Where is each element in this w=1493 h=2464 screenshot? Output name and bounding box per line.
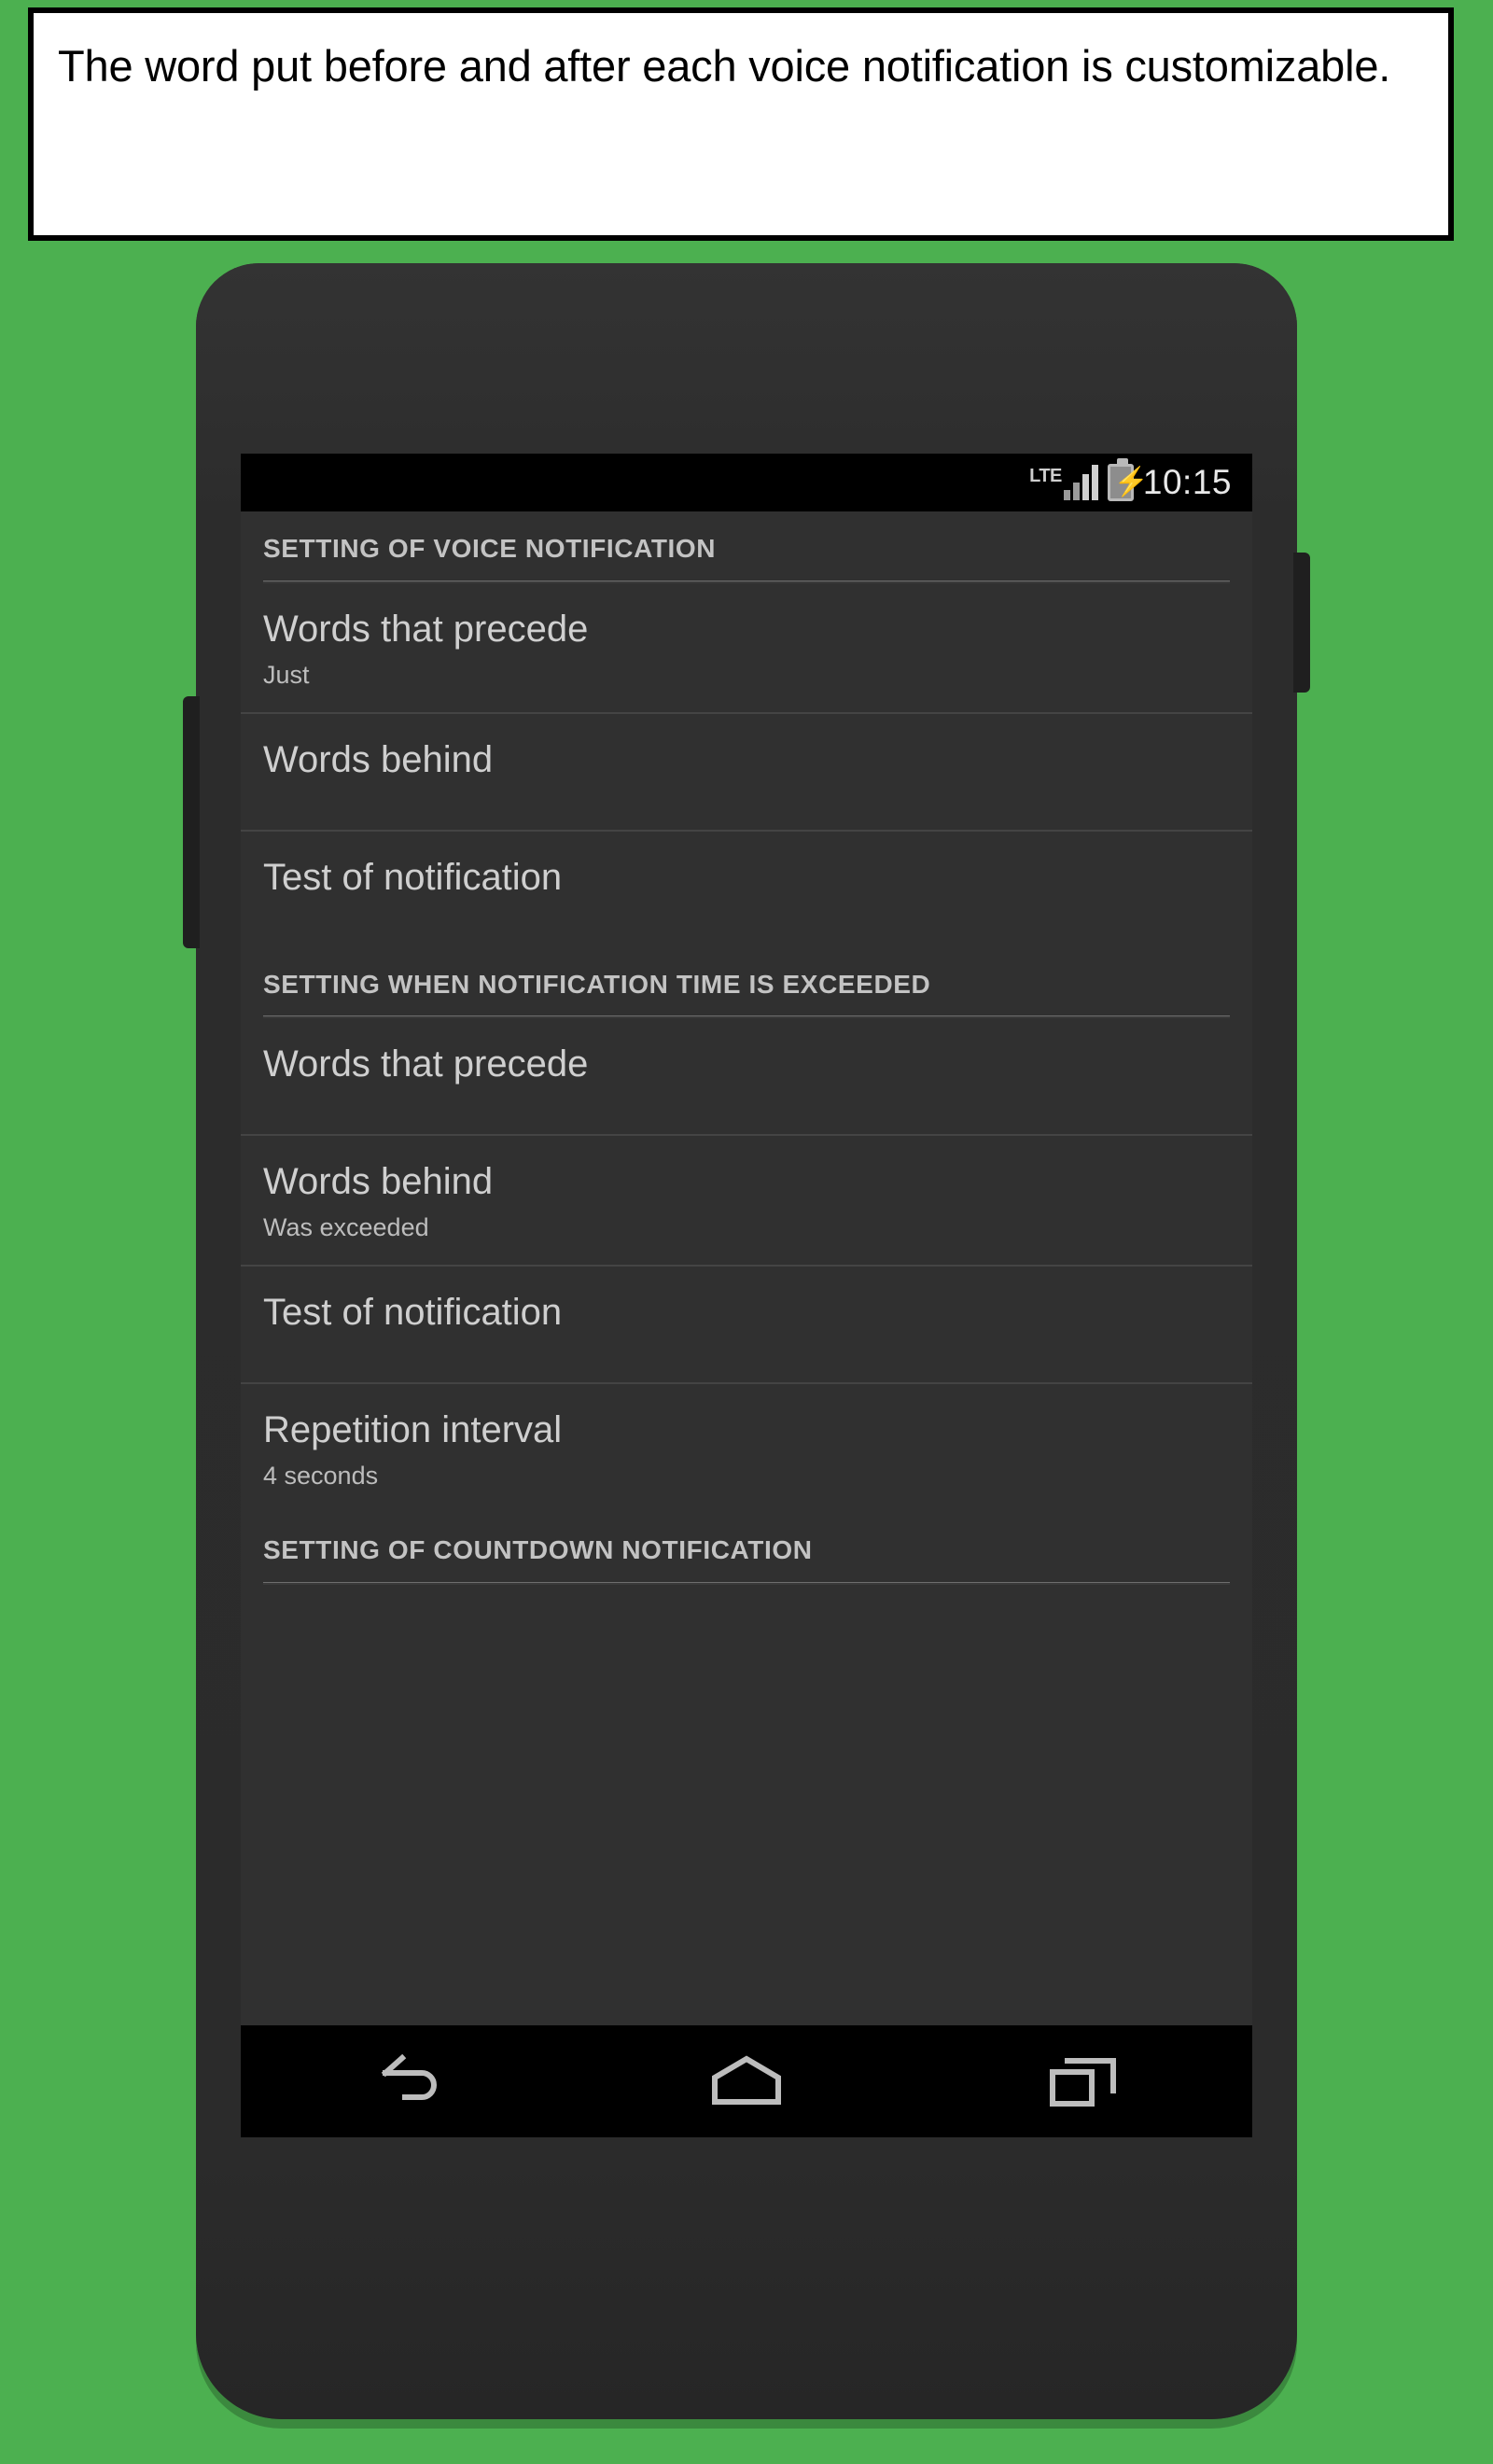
home-icon[interactable] — [691, 2049, 802, 2114]
settings-list: SETTING OF VOICE NOTIFICATION Words that… — [241, 511, 1252, 1585]
list-item[interactable]: Words that precede — [241, 1018, 1252, 1137]
section-header-label: SETTING OF VOICE NOTIFICATION — [263, 534, 717, 563]
list-item-subtitle: Was exceeded — [263, 1213, 429, 1242]
list-item[interactable]: Words behind Was exceeded — [241, 1136, 1252, 1267]
list-item[interactable]: Test of notification — [241, 1267, 1252, 1385]
section-header-time-exceeded: SETTING WHEN NOTIFICATION TIME IS EXCEED… — [241, 947, 1252, 1011]
battery-charging-icon: ⚡ — [1107, 458, 1149, 501]
list-item-title: Test of notification — [263, 856, 563, 898]
screenshot-root: The word put before and after each voice… — [0, 0, 1493, 2464]
phone-device: LTE ⚡ 10:15 SETTING OF VOICE NOTIFICATIO… — [183, 263, 1310, 2419]
list-item[interactable]: Words that precede Just — [241, 583, 1252, 714]
status-bar-clock: 10:15 — [1142, 463, 1232, 501]
list-item-title: Words behind — [263, 1161, 494, 1203]
list-item[interactable]: Words behind — [241, 714, 1252, 832]
volume-rocker-button[interactable] — [183, 696, 200, 948]
section-header-label: SETTING OF COUNTDOWN NOTIFICATION — [263, 1534, 813, 1564]
section-header-countdown-notification: SETTING OF COUNTDOWN NOTIFICATION — [241, 1513, 1252, 1576]
list-item-title: Words behind — [263, 738, 494, 780]
list-item[interactable]: Test of notification — [241, 832, 1252, 947]
phone-screen: LTE ⚡ 10:15 SETTING OF VOICE NOTIFICATIO… — [241, 454, 1252, 2025]
list-item-subtitle: Just — [263, 660, 310, 689]
status-bar: LTE ⚡ 10:15 — [241, 454, 1252, 511]
list-item[interactable]: Repetition interval 4 seconds — [241, 1384, 1252, 1513]
lte-label: LTE — [1029, 466, 1062, 486]
power-button[interactable] — [1293, 553, 1310, 693]
caption-text: The word put before and after each voice… — [58, 41, 1391, 91]
list-item-title: Repetition interval — [263, 1409, 563, 1451]
section-divider — [263, 1581, 1230, 1585]
list-item-title: Words that precede — [263, 1043, 589, 1085]
bolt-glyph: ⚡ — [1113, 467, 1150, 497]
section-header-voice-notification: SETTING OF VOICE NOTIFICATION — [241, 511, 1252, 575]
list-item-subtitle: 4 seconds — [263, 1462, 379, 1491]
section-header-label: SETTING WHEN NOTIFICATION TIME IS EXCEED… — [263, 969, 931, 999]
caption-callout: The word put before and after each voice… — [28, 7, 1454, 241]
list-item-title: Words that precede — [263, 608, 589, 650]
android-navigation-bar — [241, 2025, 1252, 2137]
recents-icon[interactable] — [1027, 2049, 1139, 2114]
network-status: LTE — [1029, 465, 1098, 500]
back-icon[interactable] — [354, 2049, 466, 2114]
list-item-title: Test of notification — [263, 1292, 563, 1334]
signal-bars-icon — [1063, 465, 1098, 500]
